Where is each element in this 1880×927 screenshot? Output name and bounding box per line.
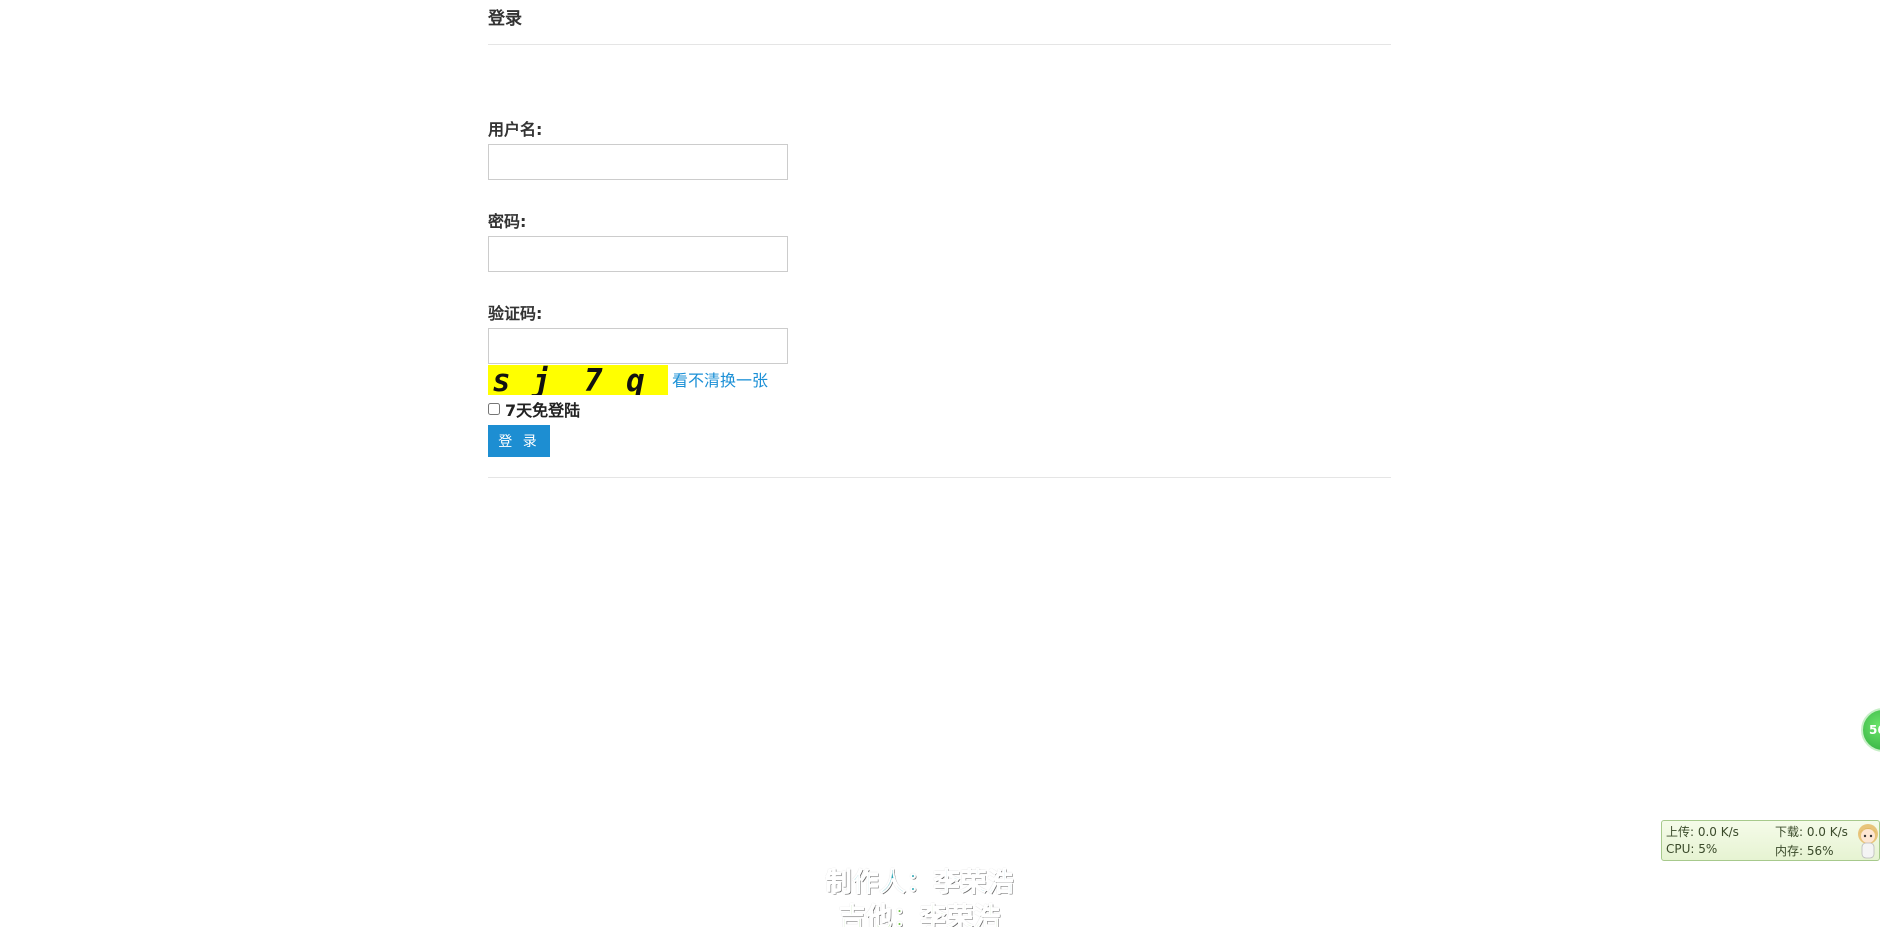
- captcha-char: s: [492, 365, 511, 395]
- bottom-divider: [488, 477, 1391, 478]
- password-label: 密码:: [488, 212, 527, 231]
- upload-speed: 上传: 0.0 K/s: [1666, 825, 1739, 839]
- credit-guitar: 吉他：李荣浩: [838, 903, 1001, 927]
- anime-mascot-icon: [1858, 824, 1878, 859]
- remember-row: 7天免登陆: [488, 399, 581, 420]
- top-divider: [488, 44, 1391, 45]
- remember-checkbox[interactable]: [488, 403, 500, 415]
- captcha-char: j: [532, 365, 551, 395]
- page: 登录 用户名: 密码: 验证码: s j 7 q 看不清换一张 7天免登陆 登 …: [0, 0, 1880, 927]
- login-button[interactable]: 登 录: [488, 425, 550, 457]
- username-label: 用户名:: [488, 120, 543, 139]
- captcha-image[interactable]: s j 7 q: [488, 365, 668, 395]
- username-input[interactable]: [488, 144, 788, 180]
- captcha-char: q: [626, 365, 645, 395]
- download-speed: 下载: 0.0 K/s: [1775, 825, 1848, 839]
- memory-usage: 内存: 56%: [1775, 844, 1834, 858]
- page-title: 登录: [488, 9, 522, 29]
- captcha-label: 验证码:: [488, 304, 543, 323]
- captcha-input[interactable]: [488, 328, 788, 364]
- speed-ball-icon[interactable]: 56: [1861, 708, 1880, 752]
- cpu-usage: CPU: 5%: [1666, 842, 1718, 856]
- system-monitor-widget[interactable]: 上传: 0.0 K/s 下载: 0.0 K/s CPU: 5% 内存: 56%: [1661, 820, 1880, 861]
- credit-maker: 制作人：李荣浩: [825, 868, 1015, 899]
- captcha-char: 7: [584, 365, 603, 395]
- password-input[interactable]: [488, 236, 788, 272]
- remember-label: 7天免登陆: [505, 401, 581, 420]
- captcha-refresh-link[interactable]: 看不清换一张: [672, 367, 768, 391]
